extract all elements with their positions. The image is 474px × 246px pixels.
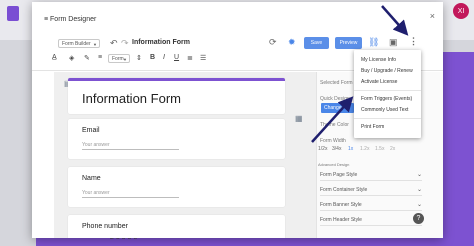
more-options-menu: My License Info Buy / Upgrade / Renew Ac… (354, 50, 421, 138)
question-label: Phone number (82, 223, 128, 230)
accordion-page-style[interactable]: Form Page Style ⌄ (320, 170, 422, 181)
menu-divider (354, 118, 421, 119)
menu-item-upgrade[interactable]: Buy / Upgrade / Renew (361, 68, 413, 74)
chevron-down-icon: ⌄ (416, 202, 422, 208)
embed-icon[interactable]: ▣ (389, 37, 398, 48)
more-vert-icon[interactable]: ⋮ (409, 36, 418, 47)
quick-design-label: Quick Design (320, 96, 350, 102)
question-card-email[interactable]: Email Your answer (68, 119, 285, 159)
template-select-value: Form Builder (62, 40, 91, 47)
question-card-phone[interactable]: Phone number (68, 215, 285, 238)
menu-divider (354, 90, 421, 91)
advanced-design-label: Advanced Design (318, 162, 350, 167)
font-color-icon[interactable]: A̲ (52, 54, 57, 61)
chevron-down-icon: ⌄ (416, 187, 422, 193)
form-name[interactable]: Information Form (132, 39, 190, 46)
font-size-icon[interactable]: ⇕ (136, 54, 142, 62)
chevron-down-icon: ▼ (93, 42, 97, 47)
document-icon (7, 6, 19, 21)
accordion-label: Form Page Style (320, 172, 358, 178)
fill-color-icon[interactable]: ◈ (69, 54, 74, 62)
menu-item-activate[interactable]: Activate License (361, 79, 397, 85)
zoom-option-selected[interactable]: 1x (348, 146, 353, 152)
question-label: Name (82, 175, 101, 182)
zoom-option[interactable]: 1.5x (375, 146, 384, 152)
font-select-value: Form (112, 55, 124, 62)
border-color-icon[interactable]: ✎ (84, 54, 90, 62)
answer-input[interactable]: Your answer (82, 190, 179, 198)
accordion-container-style[interactable]: Form Container Style ⌄ (320, 185, 422, 196)
dialog-title: ≡ Form Designer (44, 16, 97, 23)
question-label: Email (82, 127, 100, 134)
form-title: Information Form (82, 91, 181, 106)
gear-icon[interactable]: ✹ (288, 37, 296, 48)
accordion-label: Form Banner Style (320, 202, 362, 208)
align-icon[interactable]: ≣ (187, 54, 193, 62)
preview-button[interactable]: Preview (335, 37, 362, 49)
list-edit-icon[interactable]: ▦ (295, 114, 303, 123)
accordion-label: Form Header Style (320, 217, 362, 223)
undo-icon[interactable]: ↶ (110, 38, 118, 49)
list-icon[interactable]: ☰ (200, 54, 206, 62)
answer-input[interactable]: Your answer (82, 142, 179, 150)
help-icon[interactable]: ? (413, 213, 424, 224)
save-button[interactable]: Save (304, 37, 329, 49)
menu-item-common-text[interactable]: Commonly Used Text (361, 107, 408, 113)
sync-icon[interactable]: ⟳ (269, 37, 277, 48)
zoom-option[interactable]: 2x (390, 146, 395, 152)
menu-item-license-info[interactable]: My License Info (361, 57, 396, 63)
menu-item-form-triggers[interactable]: Form Triggers (Events) (361, 96, 412, 102)
question-card-name[interactable]: Name Your answer (68, 167, 285, 207)
zoom-option[interactable]: 1/2x (318, 146, 327, 152)
chevron-down-icon: ▼ (123, 57, 127, 62)
form-width-label: Form Width (320, 138, 346, 144)
zoom-option[interactable]: 3/4x (332, 146, 341, 152)
selected-label: Selected Form (320, 80, 353, 86)
italic-icon[interactable]: I (163, 54, 165, 61)
font-select[interactable]: Form ▼ (108, 54, 130, 63)
template-select[interactable]: Form Builder ▼ (58, 39, 100, 48)
accordion-header-style[interactable]: Form Header Style ⌄ (320, 215, 422, 226)
redo-icon[interactable]: ↷ (121, 38, 129, 49)
line-style-icon[interactable]: ≡ (98, 54, 102, 61)
bold-icon[interactable]: B (150, 54, 155, 61)
form-designer-dialog: ≡ Form Designer × Form Builder ▼ ↶ ↷ Inf… (32, 2, 443, 238)
change-theme-button[interactable]: Change Fo (321, 103, 354, 113)
underline-icon[interactable]: U (174, 54, 179, 61)
theme-color-label: Theme Color (320, 122, 349, 128)
form-title-card[interactable]: Information Form (68, 78, 285, 114)
accordion-banner-style[interactable]: Form Banner Style ⌄ (320, 200, 422, 211)
accordion-label: Form Container Style (320, 187, 368, 193)
menu-item-print[interactable]: Print Form (361, 124, 384, 130)
close-icon[interactable]: × (430, 11, 435, 21)
link-icon[interactable]: ⛓ (368, 37, 379, 48)
avatar[interactable]: XI (453, 3, 469, 19)
chevron-down-icon: ⌄ (416, 172, 422, 178)
zoom-option[interactable]: 1.2x (360, 146, 369, 152)
